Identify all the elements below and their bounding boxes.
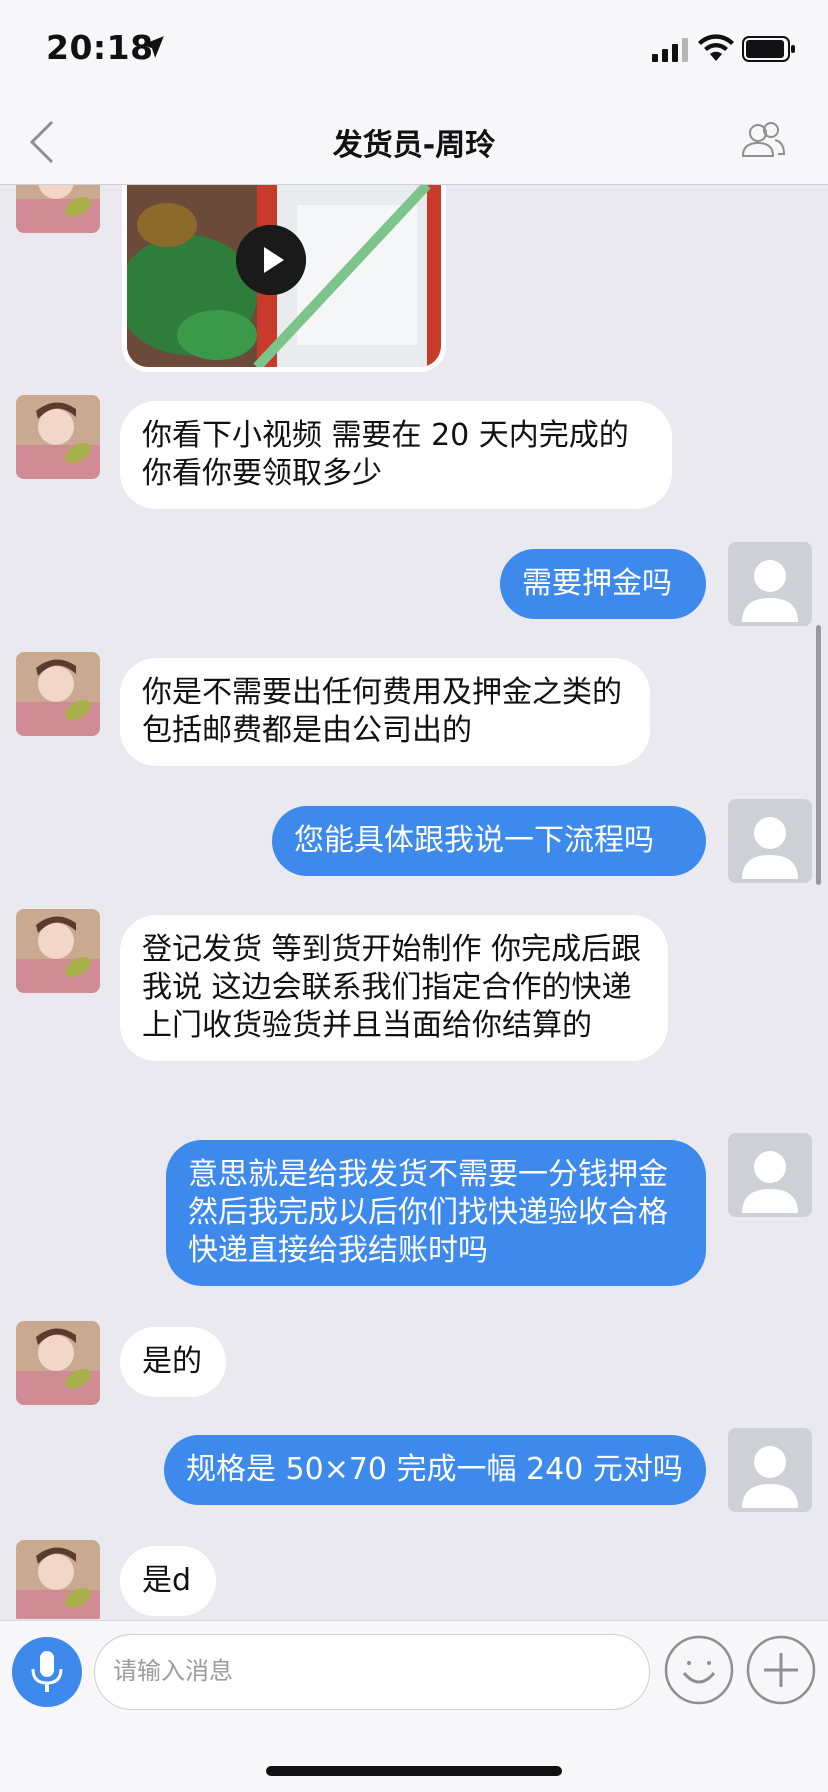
- message-bubble-incoming[interactable]: 你看下小视频 需要在 20 天内完成的你看你要领取多少: [120, 401, 672, 509]
- microphone-button[interactable]: [12, 1637, 82, 1707]
- user-avatar[interactable]: [728, 799, 812, 883]
- sender-avatar[interactable]: [16, 185, 100, 233]
- status-time: 20:18: [46, 28, 154, 67]
- emoji-icon[interactable]: [664, 1635, 734, 1705]
- home-bar: [0, 1720, 828, 1792]
- location-arrow-icon: [142, 36, 164, 58]
- message-input[interactable]: 请输入消息: [94, 1634, 650, 1710]
- wifi-icon: [698, 34, 734, 61]
- chat-area[interactable]: 你看下小视频 需要在 20 天内完成的你看你要领取多少 需要押金吗 你是不需要出…: [0, 185, 828, 1619]
- message-bubble-incoming[interactable]: 登记发货 等到货开始制作 你完成后跟我说 这边会联系我们指定合作的快递上门收货验…: [120, 915, 668, 1061]
- sender-avatar[interactable]: [16, 395, 100, 479]
- plus-icon[interactable]: [746, 1635, 816, 1705]
- sender-avatar[interactable]: [16, 652, 100, 736]
- user-avatar[interactable]: [728, 1428, 812, 1512]
- input-bar: 请输入消息: [0, 1620, 828, 1721]
- microphone-icon: [31, 1651, 63, 1692]
- message-bubble-outgoing[interactable]: 规格是 50×70 完成一幅 240 元对吗: [164, 1435, 706, 1505]
- page-title: 发货员-周玲: [332, 128, 496, 163]
- sender-avatar[interactable]: [16, 1540, 100, 1619]
- battery-icon: [742, 36, 795, 62]
- user-avatar[interactable]: [728, 542, 812, 626]
- signal-icon: [652, 38, 688, 62]
- message-bubble-outgoing[interactable]: 意思就是给我发货不需要一分钱押金 然后我完成以后你们找快递验收合格快递直接给我结…: [166, 1140, 706, 1286]
- message-bubble-incoming[interactable]: 是的: [120, 1327, 226, 1397]
- contacts-icon[interactable]: [740, 120, 786, 160]
- scrollbar[interactable]: [816, 625, 821, 885]
- user-avatar[interactable]: [728, 1133, 812, 1217]
- message-bubble-outgoing[interactable]: 您能具体跟我说一下流程吗: [272, 806, 706, 876]
- nav-bar: 发货员-周玲: [0, 100, 828, 185]
- status-bar: 20:18: [0, 0, 828, 100]
- home-indicator[interactable]: [266, 1766, 562, 1776]
- message-bubble-incoming[interactable]: 是d: [120, 1546, 216, 1616]
- sender-avatar[interactable]: [16, 909, 100, 993]
- sender-avatar[interactable]: [16, 1321, 100, 1405]
- message-bubble-outgoing[interactable]: 需要押金吗: [500, 549, 706, 619]
- message-bubble-incoming[interactable]: 你是不需要出任何费用及押金之类的 包括邮费都是由公司出的: [120, 658, 650, 766]
- play-button[interactable]: [236, 225, 306, 295]
